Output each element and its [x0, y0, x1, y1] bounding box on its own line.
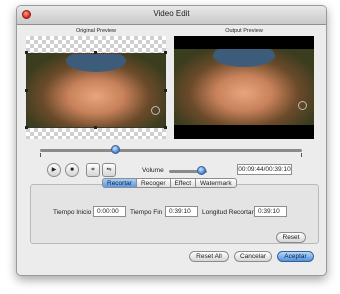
video-edit-window: Video Edit Original Preview Output Previ… — [16, 5, 327, 276]
frame-visor-detail — [298, 101, 307, 110]
tab-recortar[interactable]: Recortar — [102, 178, 137, 188]
seek-end-marker — [301, 153, 302, 157]
accept-button[interactable]: Aceptar — [277, 251, 314, 262]
flip-icon: ⇋ — [106, 167, 112, 173]
crop-handle-top-right[interactable] — [164, 51, 167, 54]
original-preview-label: Original Preview — [75, 28, 117, 34]
crop-handle-bottom[interactable] — [94, 126, 97, 129]
crop-handle-top[interactable] — [94, 51, 97, 54]
crop-handle-bottom-left[interactable] — [25, 126, 28, 129]
end-time-label: Tiempo Fin — [130, 209, 163, 216]
crop-icon: ⌗ — [91, 167, 95, 173]
time-display: 00:09:44/00:39:10 — [237, 164, 292, 175]
frame-cap-shape — [65, 54, 127, 72]
output-preview — [174, 36, 314, 139]
reset-button[interactable]: Reset — [276, 232, 306, 243]
reset-all-button[interactable]: Reset All — [189, 251, 229, 262]
start-time-field[interactable]: 0:00:00 — [93, 206, 126, 217]
window-title: Video Edit — [153, 9, 190, 18]
volume-label: Volume — [142, 167, 164, 174]
output-video-frame — [174, 49, 314, 125]
volume-knob[interactable] — [196, 166, 206, 175]
output-preview-label: Output Preview — [225, 28, 263, 34]
tab-recoger[interactable]: Recoger — [135, 178, 171, 188]
tab-effect[interactable]: Effect — [169, 178, 197, 188]
cancel-button[interactable]: Cancelar — [234, 251, 272, 262]
stop-icon: ■ — [70, 167, 74, 173]
original-video-frame — [26, 53, 166, 128]
crop-handle-bottom-right[interactable] — [164, 126, 167, 129]
tab-watermark[interactable]: Watermark — [195, 178, 237, 188]
crop-handle-left[interactable] — [25, 89, 28, 92]
title-bar[interactable]: Video Edit — [17, 6, 326, 25]
frame-cap-shape — [213, 49, 275, 68]
play-button[interactable]: ▶ — [47, 163, 61, 177]
flip-button[interactable]: ⇋ — [102, 163, 116, 177]
end-time-field[interactable]: 0:39:10 — [165, 206, 198, 217]
play-icon: ▶ — [51, 167, 57, 173]
seek-bar[interactable] — [40, 149, 302, 152]
crop-handle-right[interactable] — [164, 89, 167, 92]
start-time-label: Tiempo Inicio — [53, 209, 92, 216]
trim-length-label: Longitud Recortar — [202, 209, 254, 216]
edit-tabs: Recortar Recoger Effect Watermark — [102, 178, 237, 188]
seek-start-marker — [40, 153, 41, 157]
trim-length-field[interactable]: 0:39:10 — [254, 206, 287, 217]
seek-knob[interactable] — [111, 145, 121, 154]
original-preview[interactable] — [25, 36, 167, 139]
frame-visor-detail — [151, 106, 160, 115]
crop-handle-top-left[interactable] — [25, 51, 28, 54]
crop-button[interactable]: ⌗ — [86, 163, 100, 177]
stop-button[interactable]: ■ — [65, 163, 79, 177]
